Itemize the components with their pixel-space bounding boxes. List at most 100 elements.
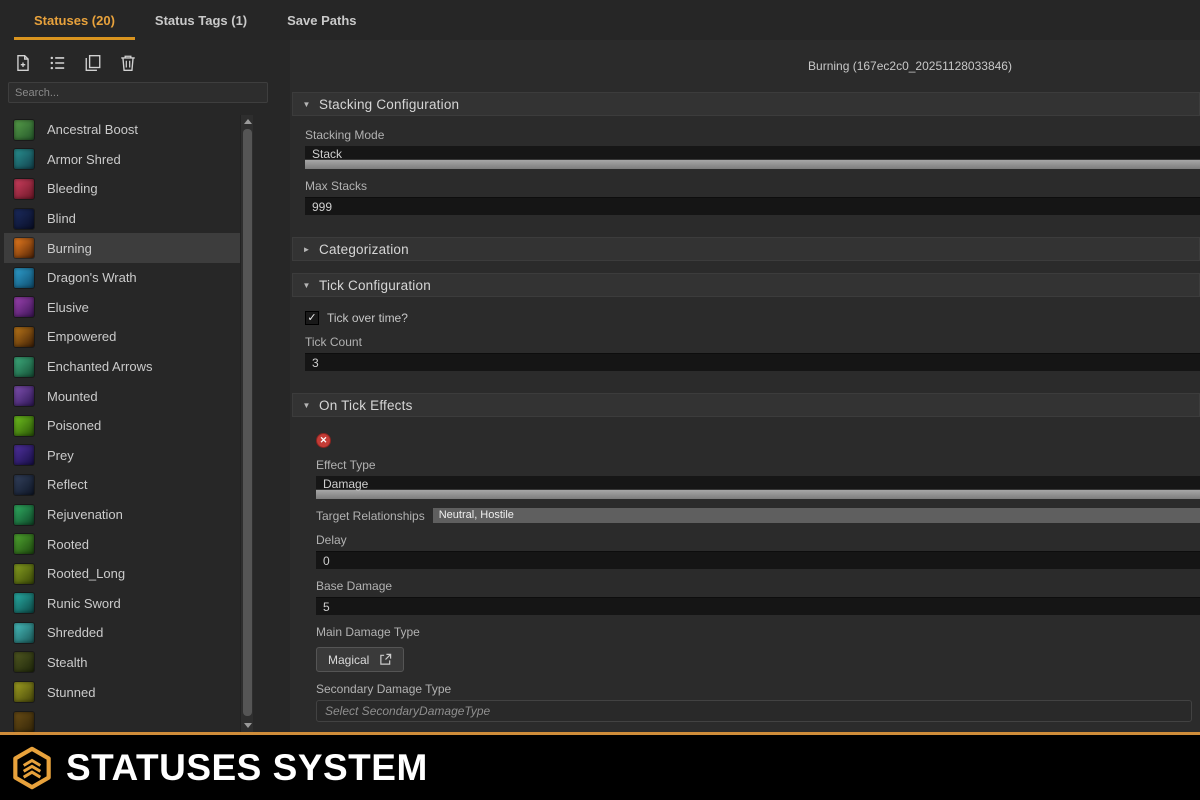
app-window: Statuses (20) Status Tags (1) Save Paths	[0, 0, 1200, 800]
new-asset-button[interactable]	[14, 54, 32, 72]
status-icon	[14, 652, 34, 672]
status-list-item[interactable]: Burning	[4, 233, 240, 263]
status-list-item[interactable]: Armor Shred	[4, 145, 240, 175]
tick-configuration-body: ✓ Tick over time? Tick Count	[292, 297, 1200, 381]
tab-status-tags[interactable]: Status Tags (1)	[135, 0, 267, 40]
logo-icon	[12, 746, 52, 790]
tick-over-time-label: Tick over time?	[327, 311, 408, 325]
tab-save-paths[interactable]: Save Paths	[267, 0, 376, 40]
status-list-item[interactable]: Enchanted Arrows	[4, 352, 240, 382]
status-label: Shredded	[47, 625, 103, 640]
tick-over-time-checkbox[interactable]: ✓	[305, 311, 319, 325]
status-list-item[interactable]	[4, 707, 240, 732]
foldout-expanded-icon: ▼	[302, 281, 311, 290]
foldout-collapsed-icon: ►	[302, 245, 311, 254]
list-view-button[interactable]	[49, 54, 67, 72]
stacking-configuration-body: Stacking Mode Stack Max Stacks	[292, 116, 1200, 225]
status-list-item[interactable]: Stunned	[4, 677, 240, 707]
status-list-item[interactable]: Dragon's Wrath	[4, 263, 240, 293]
status-list-item[interactable]: Bleeding	[4, 174, 240, 204]
status-label: Rooted_Long	[47, 566, 125, 581]
effect-type-dropdown[interactable]: Damage	[316, 476, 1200, 499]
status-icon	[14, 564, 34, 584]
status-label: Dragon's Wrath	[47, 270, 137, 285]
delay-label: Delay	[316, 533, 1200, 547]
status-icon	[14, 593, 34, 613]
target-relationships-value[interactable]: Neutral, Hostile	[433, 508, 1200, 523]
status-list-item[interactable]: Stealth	[4, 648, 240, 678]
status-icon	[14, 534, 34, 554]
duplicate-button[interactable]	[84, 54, 102, 72]
status-list-item[interactable]: Poisoned	[4, 411, 240, 441]
status-label: Stunned	[47, 685, 95, 700]
status-list-item[interactable]: Empowered	[4, 322, 240, 352]
search-input[interactable]	[8, 82, 268, 103]
status-label: Rejuvenation	[47, 507, 123, 522]
editor-sections: ▼ Stacking Configuration Stacking Mode S…	[290, 92, 1200, 732]
remove-effect-button[interactable]: ✕	[316, 433, 331, 448]
status-list: Ancestral Boost Armor Shred Bleeding Bli…	[4, 115, 240, 732]
status-label: Empowered	[47, 329, 116, 344]
section-stacking-configuration: ▼ Stacking Configuration Stacking Mode S…	[292, 92, 1200, 225]
new-asset-icon	[14, 54, 32, 72]
status-icon	[14, 505, 34, 525]
top-tab-bar: Statuses (20) Status Tags (1) Save Paths	[0, 0, 1200, 40]
status-icon	[14, 386, 34, 406]
scrollbar-thumb[interactable]	[243, 129, 252, 716]
status-list-item[interactable]: Rooted_Long	[4, 559, 240, 589]
content-area: Ancestral Boost Armor Shred Bleeding Bli…	[0, 40, 1200, 732]
status-list-container: Ancestral Boost Armor Shred Bleeding Bli…	[4, 115, 290, 732]
section-title: Tick Configuration	[319, 278, 431, 293]
status-list-item[interactable]: Mounted	[4, 381, 240, 411]
section-tick-configuration: ▼ Tick Configuration ✓ Tick over time? T…	[292, 273, 1200, 381]
status-label: Blind	[47, 211, 76, 226]
scroll-up-button[interactable]	[241, 115, 254, 128]
base-damage-input[interactable]	[316, 597, 1200, 615]
tick-count-label: Tick Count	[305, 335, 1200, 349]
scroll-up-icon	[244, 119, 252, 124]
stacking-configuration-header[interactable]: ▼ Stacking Configuration	[292, 92, 1200, 116]
status-list-item[interactable]: Rejuvenation	[4, 500, 240, 530]
stacking-mode-dropdown[interactable]: Stack	[305, 146, 1200, 169]
section-title: Stacking Configuration	[319, 97, 459, 112]
status-list-item[interactable]: Rooted	[4, 529, 240, 559]
secondary-damage-type-select[interactable]: Select SecondaryDamageType	[316, 700, 1192, 722]
status-list-item[interactable]: Runic Sword	[4, 589, 240, 619]
tab-statuses[interactable]: Statuses (20)	[14, 0, 135, 40]
status-list-item[interactable]: Shredded	[4, 618, 240, 648]
status-label: Poisoned	[47, 418, 101, 433]
list-view-icon	[49, 54, 67, 72]
stacking-mode-label: Stacking Mode	[305, 128, 1200, 142]
status-list-item[interactable]: Ancestral Boost	[4, 115, 240, 145]
delete-button[interactable]	[119, 54, 137, 72]
status-icon	[14, 268, 34, 288]
status-label: Reflect	[47, 477, 87, 492]
sidebar-scrollbar[interactable]	[240, 115, 253, 732]
on-tick-effects-body: ✕ Effect Type Damage Target Relationship…	[292, 417, 1200, 732]
status-label: Rooted	[47, 537, 89, 552]
status-icon	[14, 179, 34, 199]
selected-status-title: Burning (167ec2c0_20251128033846)	[290, 40, 1200, 92]
tick-count-input[interactable]	[305, 353, 1200, 371]
base-damage-label: Base Damage	[316, 579, 1200, 593]
status-list-item[interactable]: Reflect	[4, 470, 240, 500]
status-editor-panel: Burning (167ec2c0_20251128033846) ▼ Stac…	[290, 40, 1200, 732]
foldout-expanded-icon: ▼	[302, 100, 311, 109]
on-tick-effects-header[interactable]: ▼ On Tick Effects	[292, 393, 1200, 417]
status-list-item[interactable]: Elusive	[4, 293, 240, 323]
status-icon	[14, 682, 34, 702]
status-icon	[14, 209, 34, 229]
max-stacks-label: Max Stacks	[305, 179, 1200, 193]
max-stacks-input[interactable]	[305, 197, 1200, 215]
status-icon	[14, 712, 34, 732]
effect-type-label: Effect Type	[316, 458, 1200, 472]
status-icon	[14, 238, 34, 258]
categorization-header[interactable]: ► Categorization	[292, 237, 1200, 261]
status-icon	[14, 445, 34, 465]
tick-configuration-header[interactable]: ▼ Tick Configuration	[292, 273, 1200, 297]
status-list-item[interactable]: Blind	[4, 204, 240, 234]
scroll-down-button[interactable]	[241, 719, 254, 732]
status-list-item[interactable]: Prey	[4, 441, 240, 471]
main-damage-type-button[interactable]: Magical	[316, 647, 404, 672]
delay-input[interactable]	[316, 551, 1200, 569]
